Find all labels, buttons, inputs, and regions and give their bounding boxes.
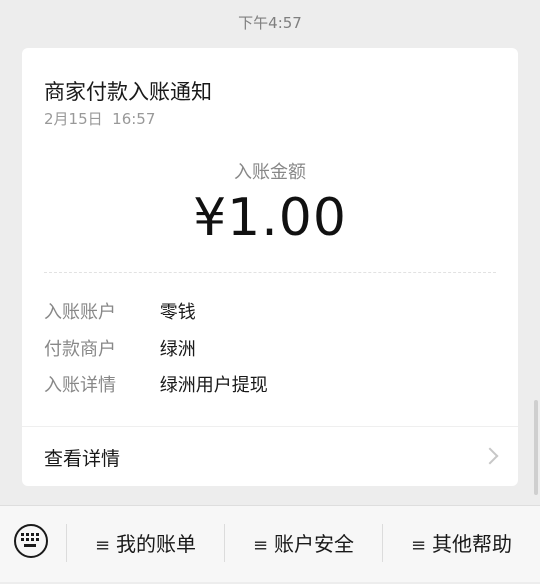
scrollbar[interactable] bbox=[534, 400, 538, 495]
info-value: 绿洲 bbox=[159, 339, 196, 360]
amount-value: ¥1.00 bbox=[193, 188, 347, 248]
info-key: 付款商户 bbox=[44, 339, 116, 360]
bottom-menu-bar: ≡ 我的账单 ≡ 账户安全 ≡ 其他帮助 bbox=[0, 505, 540, 582]
message-timestamp: 下午4:57 bbox=[238, 14, 302, 32]
view-details-link[interactable]: 查看详情 bbox=[22, 426, 518, 486]
info-value: 绿洲用户提现 bbox=[159, 375, 268, 396]
dashed-divider bbox=[44, 272, 496, 273]
chevron-right-icon bbox=[481, 447, 499, 465]
info-row-account: 入账账户 零钱 bbox=[44, 300, 196, 326]
view-details-label: 查看详情 bbox=[44, 448, 121, 470]
menu-item-my-bills[interactable]: ≡ 我的账单 bbox=[67, 506, 224, 582]
menu-lines-icon: ≡ bbox=[94, 535, 111, 556]
menu-item-label: 其他帮助 bbox=[432, 532, 513, 556]
info-row-detail: 入账详情 绿洲用户提现 bbox=[44, 373, 268, 399]
menu-item-account-security[interactable]: ≡ 账户安全 bbox=[225, 506, 382, 582]
card-date: 2月15日 16:57 bbox=[44, 110, 156, 128]
menu-lines-icon: ≡ bbox=[252, 535, 269, 556]
info-key: 入账账户 bbox=[44, 302, 116, 323]
menu-item-label: 账户安全 bbox=[274, 532, 355, 556]
amount-label: 入账金额 bbox=[234, 162, 306, 183]
info-row-merchant: 付款商户 绿洲 bbox=[44, 337, 196, 363]
menu-lines-icon: ≡ bbox=[410, 535, 427, 556]
keyboard-icon[interactable] bbox=[14, 524, 48, 558]
payment-notification-card[interactable]: 商家付款入账通知 2月15日 16:57 入账金额 ¥1.00 入账账户 零钱 … bbox=[22, 48, 518, 486]
info-key: 入账详情 bbox=[44, 375, 116, 396]
card-title: 商家付款入账通知 bbox=[44, 80, 212, 104]
info-value: 零钱 bbox=[159, 302, 196, 323]
menu-item-label: 我的账单 bbox=[116, 532, 197, 556]
menu-item-other-help[interactable]: ≡ 其他帮助 bbox=[383, 506, 540, 582]
